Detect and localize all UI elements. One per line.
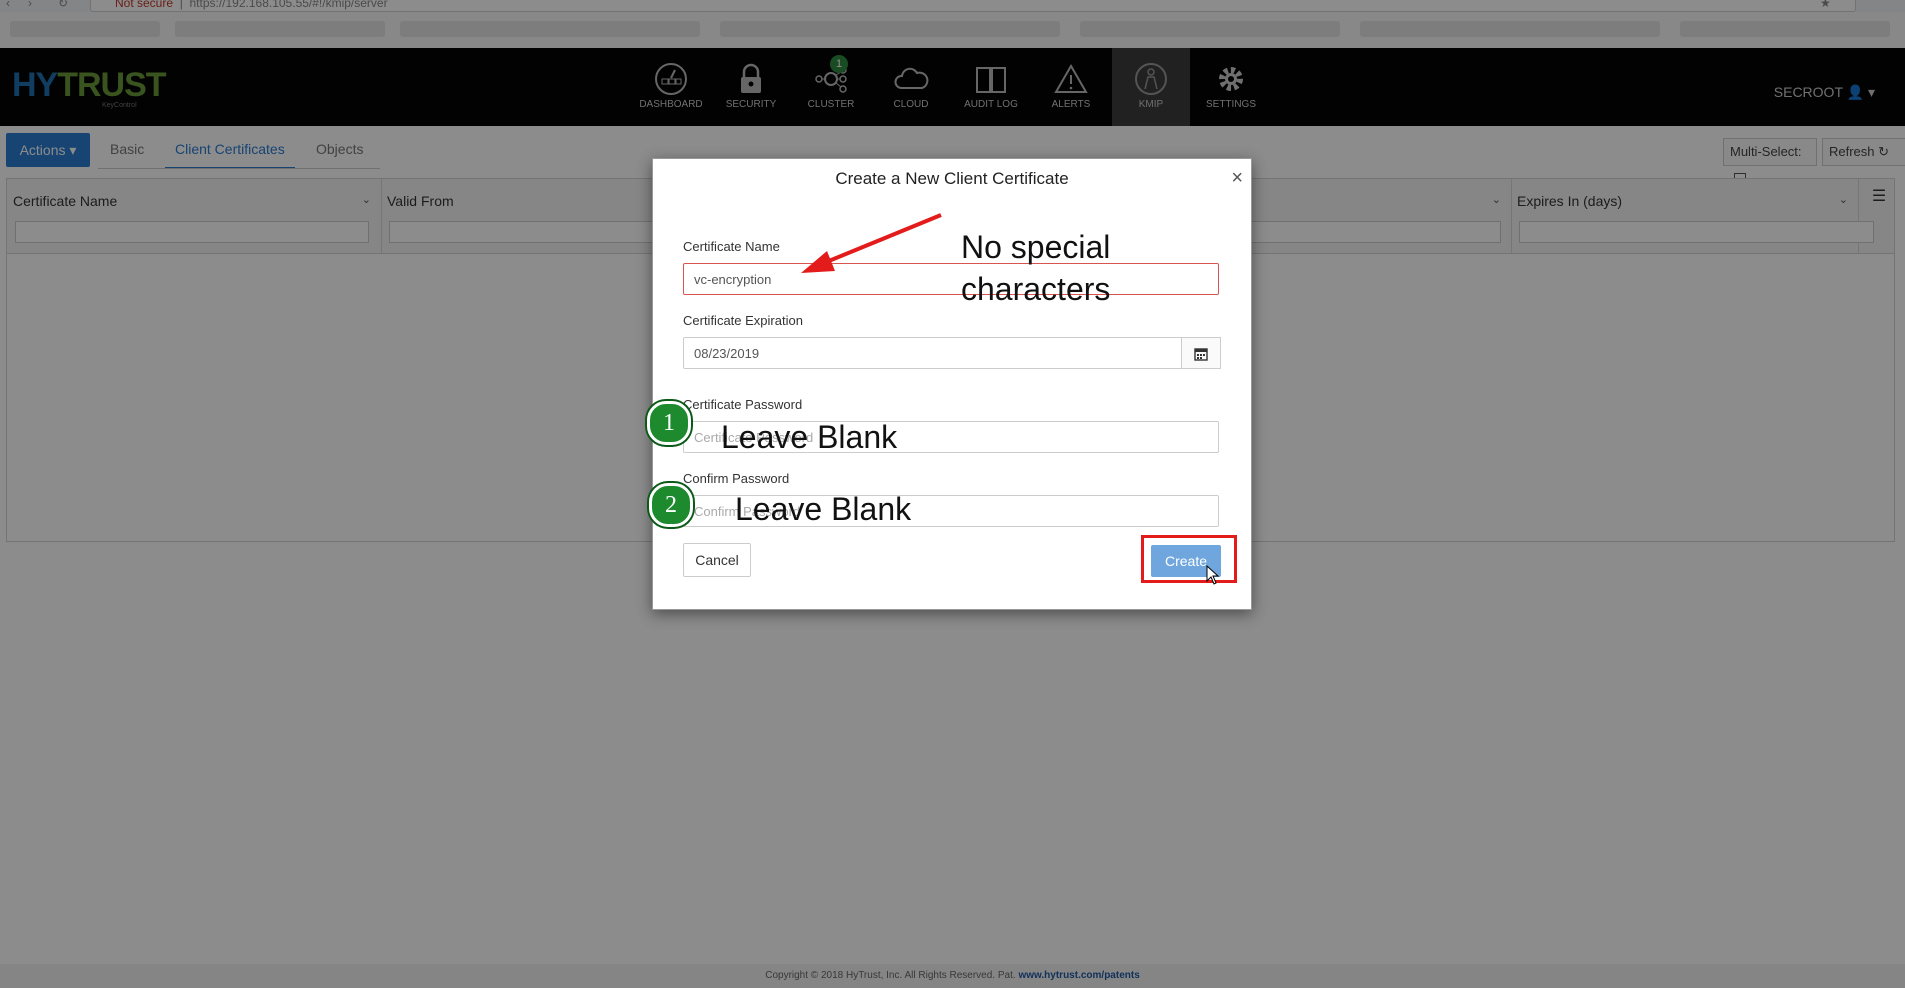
certificate-expiration-input[interactable] bbox=[683, 337, 1183, 369]
certificate-name-label: Certificate Name bbox=[683, 239, 780, 254]
step-1-marker: 1 bbox=[647, 401, 691, 445]
mouse-cursor-icon bbox=[1206, 565, 1220, 585]
annotation-leave-blank-2: Leave Blank bbox=[735, 491, 912, 527]
create-certificate-dialog: Create a New Client Certificate × Certif… bbox=[647, 158, 1252, 610]
cancel-button[interactable]: Cancel bbox=[683, 543, 751, 577]
calendar-icon bbox=[1194, 348, 1208, 361]
certificate-name-input[interactable] bbox=[683, 263, 1219, 295]
annotation-no-special-line1: No special bbox=[961, 229, 1111, 265]
close-icon[interactable]: × bbox=[1231, 167, 1243, 190]
annotation-no-special-line2: characters bbox=[961, 271, 1111, 307]
step-2-marker: 2 bbox=[649, 483, 693, 527]
dialog-title: Create a New Client Certificate bbox=[835, 169, 1069, 188]
red-arrow-annotation bbox=[801, 213, 942, 273]
certificate-expiration-label: Certificate Expiration bbox=[683, 313, 803, 328]
confirm-password-label: Confirm Password bbox=[683, 471, 790, 486]
create-highlight-box bbox=[1141, 535, 1237, 583]
certificate-password-label: Certificate Password bbox=[683, 397, 803, 412]
calendar-button[interactable] bbox=[1181, 337, 1221, 369]
annotation-leave-blank-1: Leave Blank bbox=[721, 419, 898, 455]
